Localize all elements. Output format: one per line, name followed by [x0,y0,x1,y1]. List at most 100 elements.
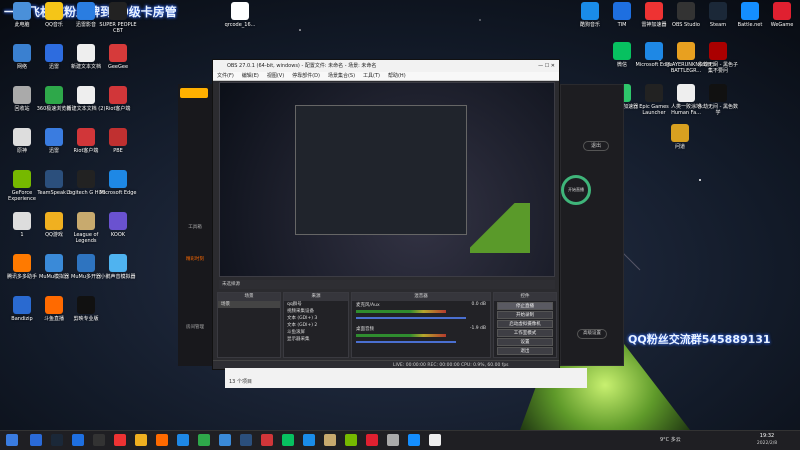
taskbar-app-icon[interactable] [51,434,63,446]
taskbar-app-icon[interactable] [30,434,42,446]
file-explorer-window[interactable]: 13 个项目 [225,368,587,388]
desktop-icon[interactable]: 永劫无间 - 黑色数学 [698,84,738,122]
obs-menu-item[interactable]: 帮助(H) [388,72,406,80]
desktop-icon[interactable]: TIM [604,2,640,40]
obs-menu-item[interactable]: 场景集合(S) [328,72,355,80]
sidebar-item-highlights[interactable]: 精彩时刻 [178,256,212,262]
desktop-icon[interactable]: Steam [700,2,736,40]
desktop-icon[interactable]: 新建文本文档 [68,44,104,82]
sidebar-item-room[interactable]: 房间管理 [178,324,212,330]
desktop-icon[interactable]: 剪映专业版 [68,296,104,334]
desktop-icon[interactable]: 雷神加速器 [636,2,672,40]
sidebar-item-tools[interactable]: 工具箱 [178,224,212,230]
taskbar-app-icon[interactable] [366,434,378,446]
desktop-icon[interactable]: 酷狗音乐 [572,2,608,40]
desktop-icon[interactable]: 网络 [4,44,40,82]
taskbar-app-icon[interactable] [198,434,210,446]
source-item[interactable]: 文本 (GDI+) 3 [284,315,348,322]
desktop-icon[interactable]: 问道 [662,124,698,162]
desktop-icon[interactable]: 小鹅声音模拟器 [100,254,136,292]
source-item[interactable]: qq群号 [284,301,348,308]
desktop-icon[interactable]: Microsoft Edge [100,170,136,208]
taskbar-app-icon[interactable] [114,434,126,446]
obs-menu-item[interactable]: 文件(F) [217,72,234,80]
desktop-icon[interactable]: TeamSpeak 3 [36,170,72,208]
taskbar-app-icon[interactable] [345,434,357,446]
desktop-icon[interactable]: PLAYERUNKNOWN'S BATTLEGR... [666,42,716,80]
taskbar-app-icon[interactable] [282,434,294,446]
desktop-icon[interactable]: 新建文本文档 (2) [67,86,105,124]
obs-preview[interactable] [219,82,555,277]
control-button[interactable]: 工作室模式 [497,329,553,337]
taskbar-app-icon[interactable] [387,434,399,446]
desktop-icon[interactable]: MuMu模拟器 [36,254,72,292]
desktop-icon[interactable]: PBE [100,128,136,166]
weather-indicator[interactable]: 9°C 多云 [660,436,681,443]
desktop-icon[interactable]: 回收站 [4,86,40,124]
desktop-icon[interactable]: 永劫无间 - 黑色子集不要问 [698,42,738,80]
taskbar-app-icon[interactable] [303,434,315,446]
control-button[interactable]: 退出 [497,347,553,355]
desktop-icon[interactable]: 斗鱼直播 [36,296,72,334]
source-item[interactable]: 显示器采集 [284,336,348,343]
desktop-icon[interactable]: Logitech G HUB [66,170,106,208]
window-controls[interactable]: — ☐ ✕ [538,60,555,72]
desktop-icon[interactable]: Bandizip [4,296,40,334]
control-button[interactable]: 开始录制 [497,311,553,319]
desktop-icon[interactable]: KOOK [100,212,136,250]
taskbar-app-icon[interactable] [72,434,84,446]
obs-menu-item[interactable]: 停靠部件(D) [292,72,320,80]
start-button[interactable] [6,434,18,446]
taskbar-app-icon[interactable] [219,434,231,446]
clock-date[interactable]: 2022/2/8 [752,441,782,446]
scene-item[interactable]: 场景 [218,301,280,308]
source-item[interactable]: 文本 (GDI+) 2 [284,322,348,329]
taskbar-app-icon[interactable] [240,434,252,446]
desktop-icon[interactable]: QQ音乐 [36,2,72,40]
desktop-icon[interactable]: Epic Games Launcher [636,84,672,122]
taskbar-app-icon[interactable] [156,434,168,446]
control-button[interactable]: 启动虚拟摄像机 [497,320,553,328]
desktop-icon[interactable]: 1 [4,212,40,250]
qrcode-file[interactable]: qrcode_16... [222,2,258,40]
control-button[interactable]: 停止直播 [497,302,553,310]
taskbar-app-icon[interactable] [408,434,420,446]
desktop-icon[interactable]: WeGame [764,2,800,40]
taskbar-app-icon[interactable] [261,434,273,446]
taskbar-app-icon[interactable] [93,434,105,446]
taskbar-app-icon[interactable] [135,434,147,446]
start-live-button[interactable]: 开始直播 [561,175,591,205]
desktop-icon[interactable]: 迅雷 [36,44,72,82]
clock-time[interactable]: 19:32 [752,433,782,439]
desktop-icon[interactable]: GeForce Experience [4,170,40,208]
source-item[interactable]: 视频采集设备 [284,308,348,315]
control-button[interactable]: 设置 [497,338,553,346]
desktop-icon[interactable]: GeeGee [100,44,136,82]
obs-menu-item[interactable]: 编辑(E) [242,72,259,80]
advanced-settings-button[interactable]: 高级设置 [577,329,607,339]
obs-menu-item[interactable]: 视图(V) [267,72,284,80]
desktop-icon[interactable]: 迅雷影音 [68,2,104,40]
desktop-icon[interactable]: 微信 [604,42,640,80]
obs-menu-item[interactable]: 工具(T) [363,72,380,80]
desktop-icon[interactable]: 360极速浏览器 [36,86,72,124]
desktop-icon[interactable]: QQ游戏 [36,212,72,250]
taskbar-app-icon[interactable] [429,434,441,446]
desktop-icon[interactable]: 迅雷 [36,128,72,166]
desktop-icon[interactable]: 原神 [4,128,40,166]
taskbar-app-icon[interactable] [177,434,189,446]
desktop-icon[interactable]: League of Legends [68,212,104,250]
desktop-icon[interactable]: Microsoft Edge [636,42,672,80]
desktop-icon[interactable]: 此电脑 [4,2,40,40]
desktop-icon[interactable]: Riot客户端 [68,128,104,166]
source-item[interactable]: 斗鱼滚屏 [284,329,348,336]
desktop-icon[interactable]: OBS Studio [668,2,704,40]
desktop-icon[interactable]: Riot客户端 [100,86,136,124]
taskbar-app-icon[interactable] [324,434,336,446]
desktop-volume-slider[interactable] [356,341,456,343]
desktop-icon[interactable]: Battle.net [732,2,768,40]
exit-button[interactable]: 退出 [583,141,609,151]
desktop-icon[interactable]: MuMu多开器 [68,254,104,292]
desktop-icon[interactable]: SUPER PEOPLE CBT [99,2,137,40]
desktop-icon[interactable]: 腾讯多多助手 [4,254,40,292]
